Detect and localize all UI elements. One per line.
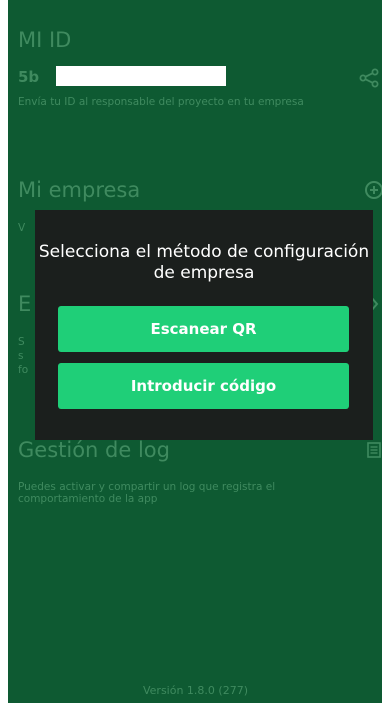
scan-qr-button[interactable]: Escanear QR: [58, 306, 349, 352]
mi-id-title: MI ID: [18, 28, 72, 52]
section3-line-3: fo: [18, 364, 29, 376]
mi-empresa-text: V: [18, 222, 26, 234]
add-company-icon[interactable]: [365, 181, 382, 199]
log-title: Gestión de log: [18, 438, 170, 462]
enter-code-button[interactable]: Introducir código: [58, 363, 349, 409]
user-id-redaction: [56, 66, 226, 86]
section3-title: E: [18, 292, 32, 316]
user-id-value: 5b: [18, 68, 40, 86]
section3-line-2: s: [18, 350, 24, 362]
company-config-dialog: Selecciona el método de configuración de…: [35, 210, 373, 440]
mi-id-description: Envía tu ID al responsable del proyecto …: [18, 96, 304, 108]
document-icon[interactable]: [367, 442, 381, 458]
dialog-title: Selecciona el método de configuración de…: [38, 242, 370, 283]
section3-line-1: S: [18, 336, 25, 348]
log-description: Puedes activar y compartir un log que re…: [18, 481, 276, 505]
share-icon[interactable]: [358, 68, 380, 88]
version-label: Versión 1.8.0 (277): [142, 684, 248, 697]
mi-empresa-title: Mi empresa: [18, 178, 141, 202]
